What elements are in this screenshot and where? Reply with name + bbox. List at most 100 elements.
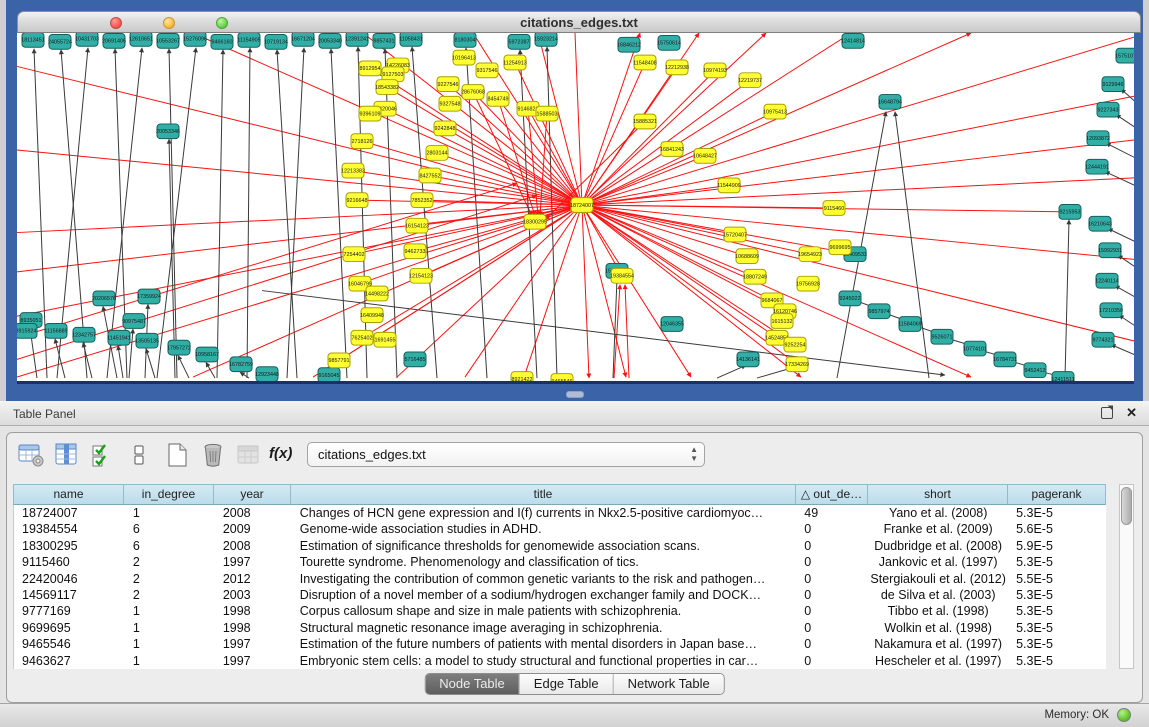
graph-node[interactable]: 15751074: [1115, 48, 1134, 63]
graph-node[interactable]: 17210350: [1099, 303, 1123, 318]
table-row[interactable]: 977716911998Corpus callosum shape and si…: [14, 603, 1106, 619]
table-row[interactable]: 1872400712008Changes of HCN gene express…: [14, 505, 1106, 521]
network-window-titlebar[interactable]: citations_edges.txt: [17, 11, 1141, 33]
graph-node[interactable]: 9466160: [211, 34, 233, 49]
table-cell[interactable]: 0: [796, 620, 868, 636]
table-cell[interactable]: 1997: [215, 554, 292, 570]
table-row[interactable]: 946362711997Embryonic stem cells: a mode…: [14, 653, 1106, 669]
table-row[interactable]: 1456911722003Disruption of a novel membe…: [14, 587, 1106, 603]
table-cell[interactable]: Dudbridge et al. (2008): [868, 538, 1008, 554]
column-header-pagerank[interactable]: pagerank: [1008, 484, 1106, 505]
graph-node[interactable]: 9242848: [434, 121, 456, 136]
column-header-year[interactable]: year: [214, 484, 291, 505]
table-cell[interactable]: 5.5E-5: [1008, 571, 1106, 587]
table-cell[interactable]: 5.3E-5: [1008, 587, 1106, 603]
memory-ok-indicator[interactable]: [1117, 708, 1131, 722]
graph-node[interactable]: 9774321: [1092, 332, 1114, 347]
tab-node-table[interactable]: Node Table: [425, 674, 520, 694]
table-select-dropdown[interactable]: citations_edges.txt ▲▼: [307, 442, 705, 467]
table-cell[interactable]: 5.9E-5: [1008, 538, 1106, 554]
table-cell[interactable]: 1: [125, 636, 215, 652]
graph-node[interactable]: 15720407: [723, 227, 747, 242]
table-cell[interactable]: 0: [796, 538, 868, 554]
graph-node[interactable]: 9396109: [359, 106, 381, 121]
table-row[interactable]: 1938455462009Genome-wide association stu…: [14, 521, 1106, 537]
table-cell[interactable]: 5.6E-5: [1008, 521, 1106, 537]
graph-node[interactable]: 20691406: [102, 33, 126, 48]
table-cell[interactable]: Estimation of significance thresholds fo…: [292, 538, 797, 554]
table-cell[interactable]: 2: [125, 571, 215, 587]
graph-node[interactable]: 9227343: [1097, 102, 1119, 117]
graph-node[interactable]: 10975413: [763, 104, 787, 119]
table-cell[interactable]: Investigating the contribution of common…: [292, 571, 797, 587]
graph-node[interactable]: 9857431: [373, 33, 395, 48]
graph-node[interactable]: 12213383: [341, 163, 365, 178]
graph-node[interactable]: 12391241: [345, 33, 369, 46]
graph-node[interactable]: 9215953: [1059, 205, 1081, 220]
graph-node[interactable]: 11156889: [44, 323, 67, 338]
graph-node[interactable]: 17957272: [167, 340, 191, 355]
table-cell[interactable]: 9465546: [14, 636, 125, 652]
graph-node[interactable]: 16784731: [993, 352, 1017, 367]
graph-node[interactable]: 16671204: [291, 33, 315, 46]
scrollbar-thumb[interactable]: [1121, 487, 1132, 525]
graph-node[interactable]: 9526071: [931, 329, 953, 344]
graph-node[interactable]: 12342757: [72, 327, 96, 342]
splitter-handle[interactable]: [566, 391, 584, 398]
table-cell[interactable]: 0: [796, 636, 868, 652]
table-settings-icon[interactable]: [17, 441, 45, 469]
graph-node[interactable]: 12414814: [841, 33, 865, 48]
graph-node[interactable]: 10553267: [156, 33, 180, 48]
graph-node[interactable]: 11254913: [503, 55, 527, 70]
graph-node[interactable]: 5972387: [508, 34, 530, 49]
graph-node[interactable]: 9252254: [784, 337, 806, 352]
graph-node[interactable]: 15276096: [183, 33, 207, 46]
graph-node[interactable]: 16409948: [360, 308, 384, 323]
graph-node[interactable]: 18724007: [570, 198, 594, 213]
graph-node[interactable]: 18300295: [523, 214, 547, 229]
graph-node[interactable]: 15923214: [534, 33, 558, 46]
new-document-icon[interactable]: [163, 441, 191, 469]
graph-node[interactable]: 9327548: [439, 96, 461, 111]
table-cell[interactable]: 1997: [215, 636, 292, 652]
graph-node[interactable]: 10958167: [195, 347, 219, 362]
graph-node[interactable]: 24055724: [48, 34, 72, 49]
graph-node[interactable]: 9165045: [318, 368, 340, 381]
graph-node[interactable]: 17334269: [785, 357, 809, 372]
table-cell[interactable]: 14569117: [14, 587, 125, 603]
graph-node[interactable]: 2803144: [426, 146, 448, 161]
tab-network-table[interactable]: Network Table: [614, 674, 724, 694]
table-cell[interactable]: 1: [125, 620, 215, 636]
graph-node[interactable]: 9857974: [868, 304, 890, 319]
graph-node[interactable]: 9216648: [346, 193, 368, 208]
graph-node[interactable]: 3915924: [17, 323, 37, 338]
table-cell[interactable]: 0: [796, 653, 868, 669]
graph-node[interactable]: 10196413: [452, 50, 476, 65]
graph-node[interactable]: 28676068: [461, 85, 485, 100]
table-cell[interactable]: Corpus callosum shape and size in male p…: [292, 603, 797, 619]
graph-node[interactable]: 20053340: [318, 33, 342, 48]
table-row[interactable]: 911546021997Tourette syndrome. Phenomeno…: [14, 554, 1106, 570]
graph-node[interactable]: 8912954: [359, 61, 381, 76]
graph-node[interactable]: 13505135: [135, 333, 159, 348]
column-header-out_de[interactable]: △ out_de…: [796, 484, 868, 505]
function-builder-icon[interactable]: f(x): [269, 445, 297, 473]
table-cell[interactable]: 9777169: [14, 603, 125, 619]
table-cell[interactable]: Estimation of the future numbers of pati…: [292, 636, 797, 652]
graph-node[interactable]: 12444191: [1085, 159, 1109, 174]
graph-node[interactable]: 16648794: [878, 94, 902, 109]
column-header-title[interactable]: title: [291, 484, 796, 505]
graph-node[interactable]: 19756928: [796, 276, 820, 291]
graph-node[interactable]: 7625402: [351, 330, 373, 345]
column-header-in_degree[interactable]: in_degree: [124, 484, 214, 505]
table-cell[interactable]: 6: [125, 521, 215, 537]
graph-node[interactable]: 11451941: [107, 330, 131, 345]
table-cell[interactable]: Embryonic stem cells: a model to study s…: [292, 653, 797, 669]
graph-node[interactable]: 10431703: [75, 33, 99, 46]
graph-node[interactable]: 9317546: [476, 63, 498, 78]
table-row[interactable]: 969969511998Structural magnetic resonanc…: [14, 620, 1106, 636]
table-cell[interactable]: de Silva et al. (2003): [868, 587, 1008, 603]
graph-node[interactable]: 12923448: [255, 367, 279, 381]
graph-node[interactable]: 20053346: [156, 124, 180, 139]
graph-node[interactable]: 8921422: [511, 372, 533, 381]
